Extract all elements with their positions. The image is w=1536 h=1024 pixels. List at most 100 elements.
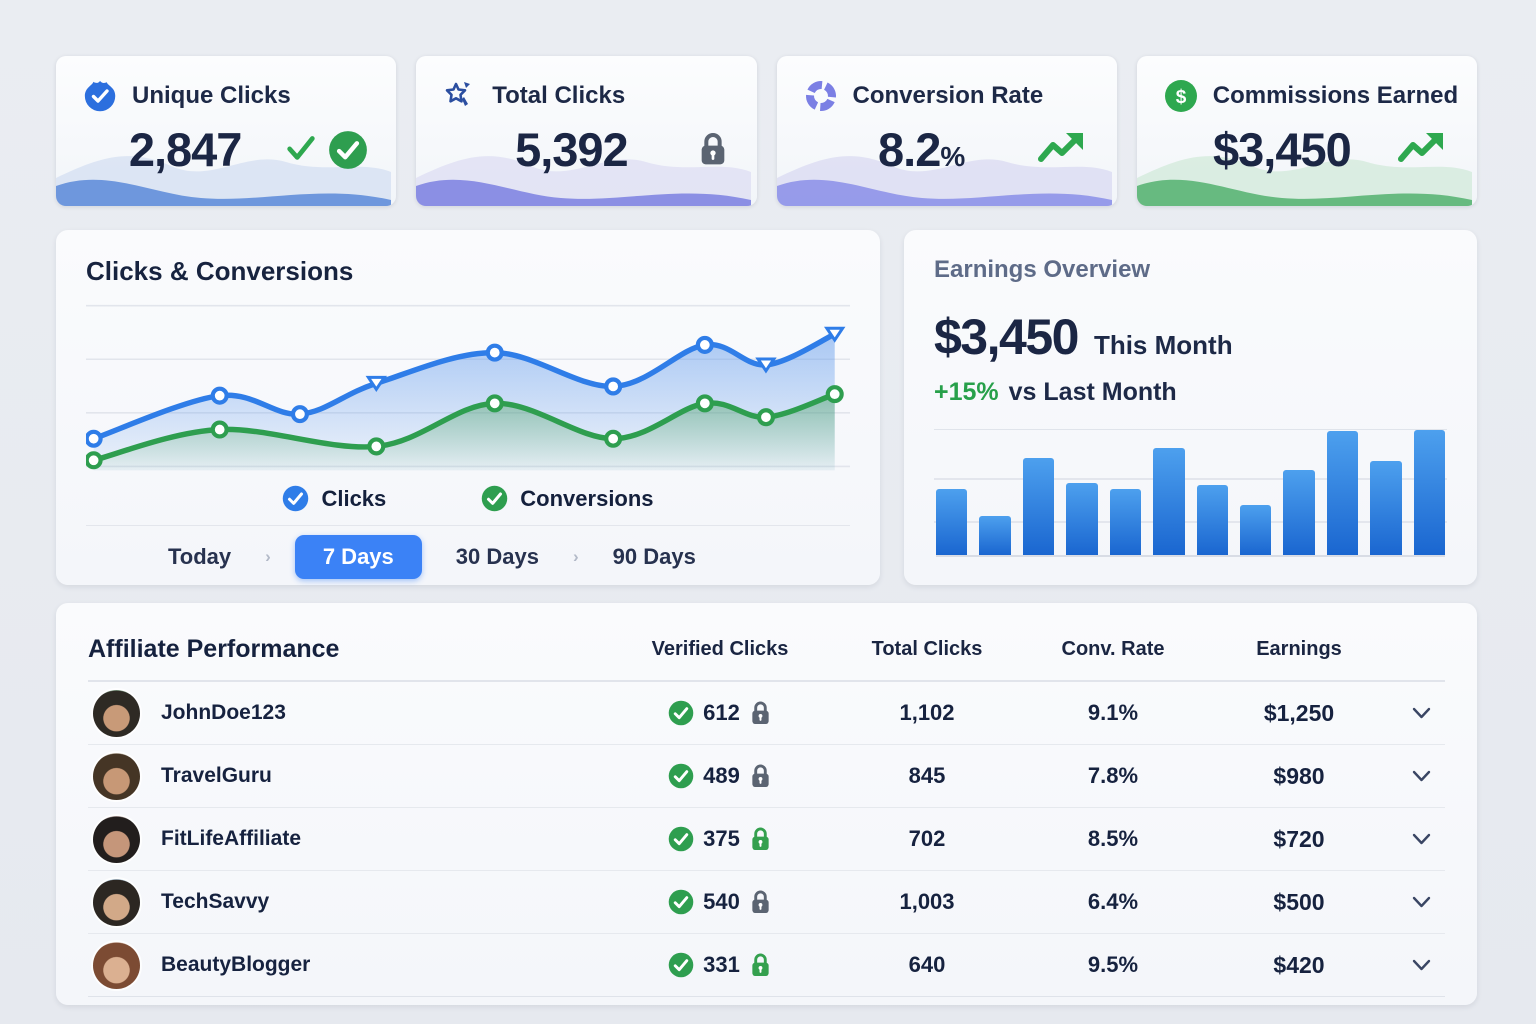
affiliate-name: BeautyBlogger [161,953,310,977]
legend-label: Clicks [321,486,386,512]
earnings-bar [1197,485,1228,555]
total-clicks-value: 640 [829,952,1025,978]
earnings-delta-label: vs Last Month [1009,378,1177,407]
stat-card-value-row: 2,847 [56,114,396,177]
earnings-title: Earnings Overview [934,256,1447,284]
range-tab-90-days[interactable]: 90 Days [603,536,706,578]
total-clicks-value: 1,102 [829,700,1025,726]
legend-item-clicks[interactable]: Clicks [282,485,386,512]
row-expand-button[interactable] [1397,766,1445,786]
total-clicks-value: 702 [829,826,1025,852]
verified-check-icon [668,952,694,978]
stat-card-header: Conversion Rate [777,56,1117,114]
earnings-bar [1066,483,1097,556]
verified-check-icon [668,763,694,789]
stat-card-value-row: 8.2% [777,114,1117,177]
verified-clicks-cell: 489 [611,763,829,790]
chevron-right-icon: › [573,547,579,567]
stat-card-header: Unique Clicks [56,56,396,114]
stat-card-conversion-rate: Conversion Rate 8.2% [777,56,1117,206]
stat-card-value: $3,450 [1167,122,1397,177]
conv-rate-value: 9.1% [1025,700,1201,726]
avatar [93,942,140,989]
lock-icon [749,826,772,853]
stat-card-value: 5,392 [446,122,696,177]
earnings-bar [979,516,1010,555]
conv-rate-value: 6.4% [1025,889,1201,915]
chevron-down-icon [1412,707,1431,719]
range-tab-today[interactable]: Today [158,536,241,578]
lock-icon [697,131,729,169]
clicks-conversions-chart [86,303,850,481]
table-row[interactable]: BeautyBlogger 331 640 9.5% $420 [88,934,1445,997]
row-expand-button[interactable] [1397,892,1445,912]
affiliate-dashboard: Unique Clicks 2,847 Total Clicks 5,392 C… [0,0,1536,1005]
table-row[interactable]: TravelGuru 489 845 7.8% $980 [88,745,1445,808]
earnings-bar [1240,505,1271,555]
earnings-bar [1283,470,1314,555]
middle-row: Clicks & Conversions Clicks Conversions … [56,230,1477,585]
affiliate-name: TravelGuru [161,764,272,788]
dollar-circle-icon: $ [1163,78,1199,114]
affiliate-cell: TechSavvy [88,879,611,926]
table-row[interactable]: JohnDoe123 612 1,102 9.1% $1,250 [88,682,1445,745]
earnings-bar [1370,461,1401,555]
affiliate-name: FitLifeAffiliate [161,827,301,851]
verified-clicks-cell: 540 [611,889,829,916]
row-expand-button[interactable] [1397,955,1445,975]
stat-card-trailing [1037,129,1089,170]
legend-item-conversions[interactable]: Conversions [481,485,653,512]
table-row[interactable]: FitLifeAffiliate 375 702 8.5% $720 [88,808,1445,871]
earnings-bars [936,430,1445,557]
earnings-delta: +15% [934,378,999,407]
verified-clicks-value: 375 [703,826,740,852]
verified-clicks-value: 540 [703,889,740,915]
avatar [93,879,140,926]
verified-check-icon [668,889,694,915]
row-expand-button[interactable] [1397,703,1445,723]
affiliate-name: JohnDoe123 [161,701,286,725]
star-click-icon [442,78,478,114]
stat-card-unique-clicks: Unique Clicks 2,847 [56,56,396,206]
column-header-conv-rate: Conv. Rate [1025,638,1201,661]
table-row[interactable]: TechSavvy 540 1,003 6.4% $500 [88,871,1445,934]
avatar [93,753,140,800]
verified-clicks-cell: 331 [611,952,829,979]
stat-card-value: 2,847 [86,122,284,177]
verified-circle-check-icon [328,130,368,170]
table-body: JohnDoe123 612 1,102 9.1% $1,250 TravelG… [88,682,1445,997]
chevron-right-icon: › [265,547,271,567]
clicks-conversions-title: Clicks & Conversions [86,256,850,287]
total-clicks-value: 1,003 [829,889,1025,915]
verified-check-icon [668,826,694,852]
chevron-down-icon [1412,896,1431,908]
stat-card-label: Total Clicks [492,82,625,110]
earnings-value: $1,250 [1201,700,1397,727]
earnings-bar [1414,430,1445,555]
verified-clicks-value: 489 [703,763,740,789]
earnings-bar [936,489,967,555]
earnings-bar [1327,431,1358,555]
chevron-down-icon [1412,959,1431,971]
verified-clicks-cell: 375 [611,826,829,853]
stat-card-value: 8.2% [807,122,1037,177]
range-tab-30-days[interactable]: 30 Days [446,536,549,578]
column-header-total-clicks: Total Clicks [829,638,1025,661]
svg-text:$: $ [1175,87,1186,108]
stat-card-value-row: 5,392 [416,114,756,177]
badge-check-icon [82,78,118,114]
range-tab-7-days[interactable]: 7 Days [295,535,422,579]
lock-icon [749,763,772,790]
column-header-earnings: Earnings [1201,638,1397,661]
stat-card-label: Unique Clicks [132,82,291,110]
conv-rate-value: 7.8% [1025,763,1201,789]
lock-icon [749,700,772,727]
affiliate-cell: BeautyBlogger [88,942,611,989]
earnings-bar [1023,458,1054,556]
check-icon [284,130,318,169]
row-expand-button[interactable] [1397,829,1445,849]
table-title: Affiliate Performance [88,635,611,664]
earnings-value: $720 [1201,826,1397,853]
stat-card-header: Total Clicks [416,56,756,114]
affiliate-performance-panel: Affiliate Performance Verified ClicksTot… [56,603,1477,1005]
